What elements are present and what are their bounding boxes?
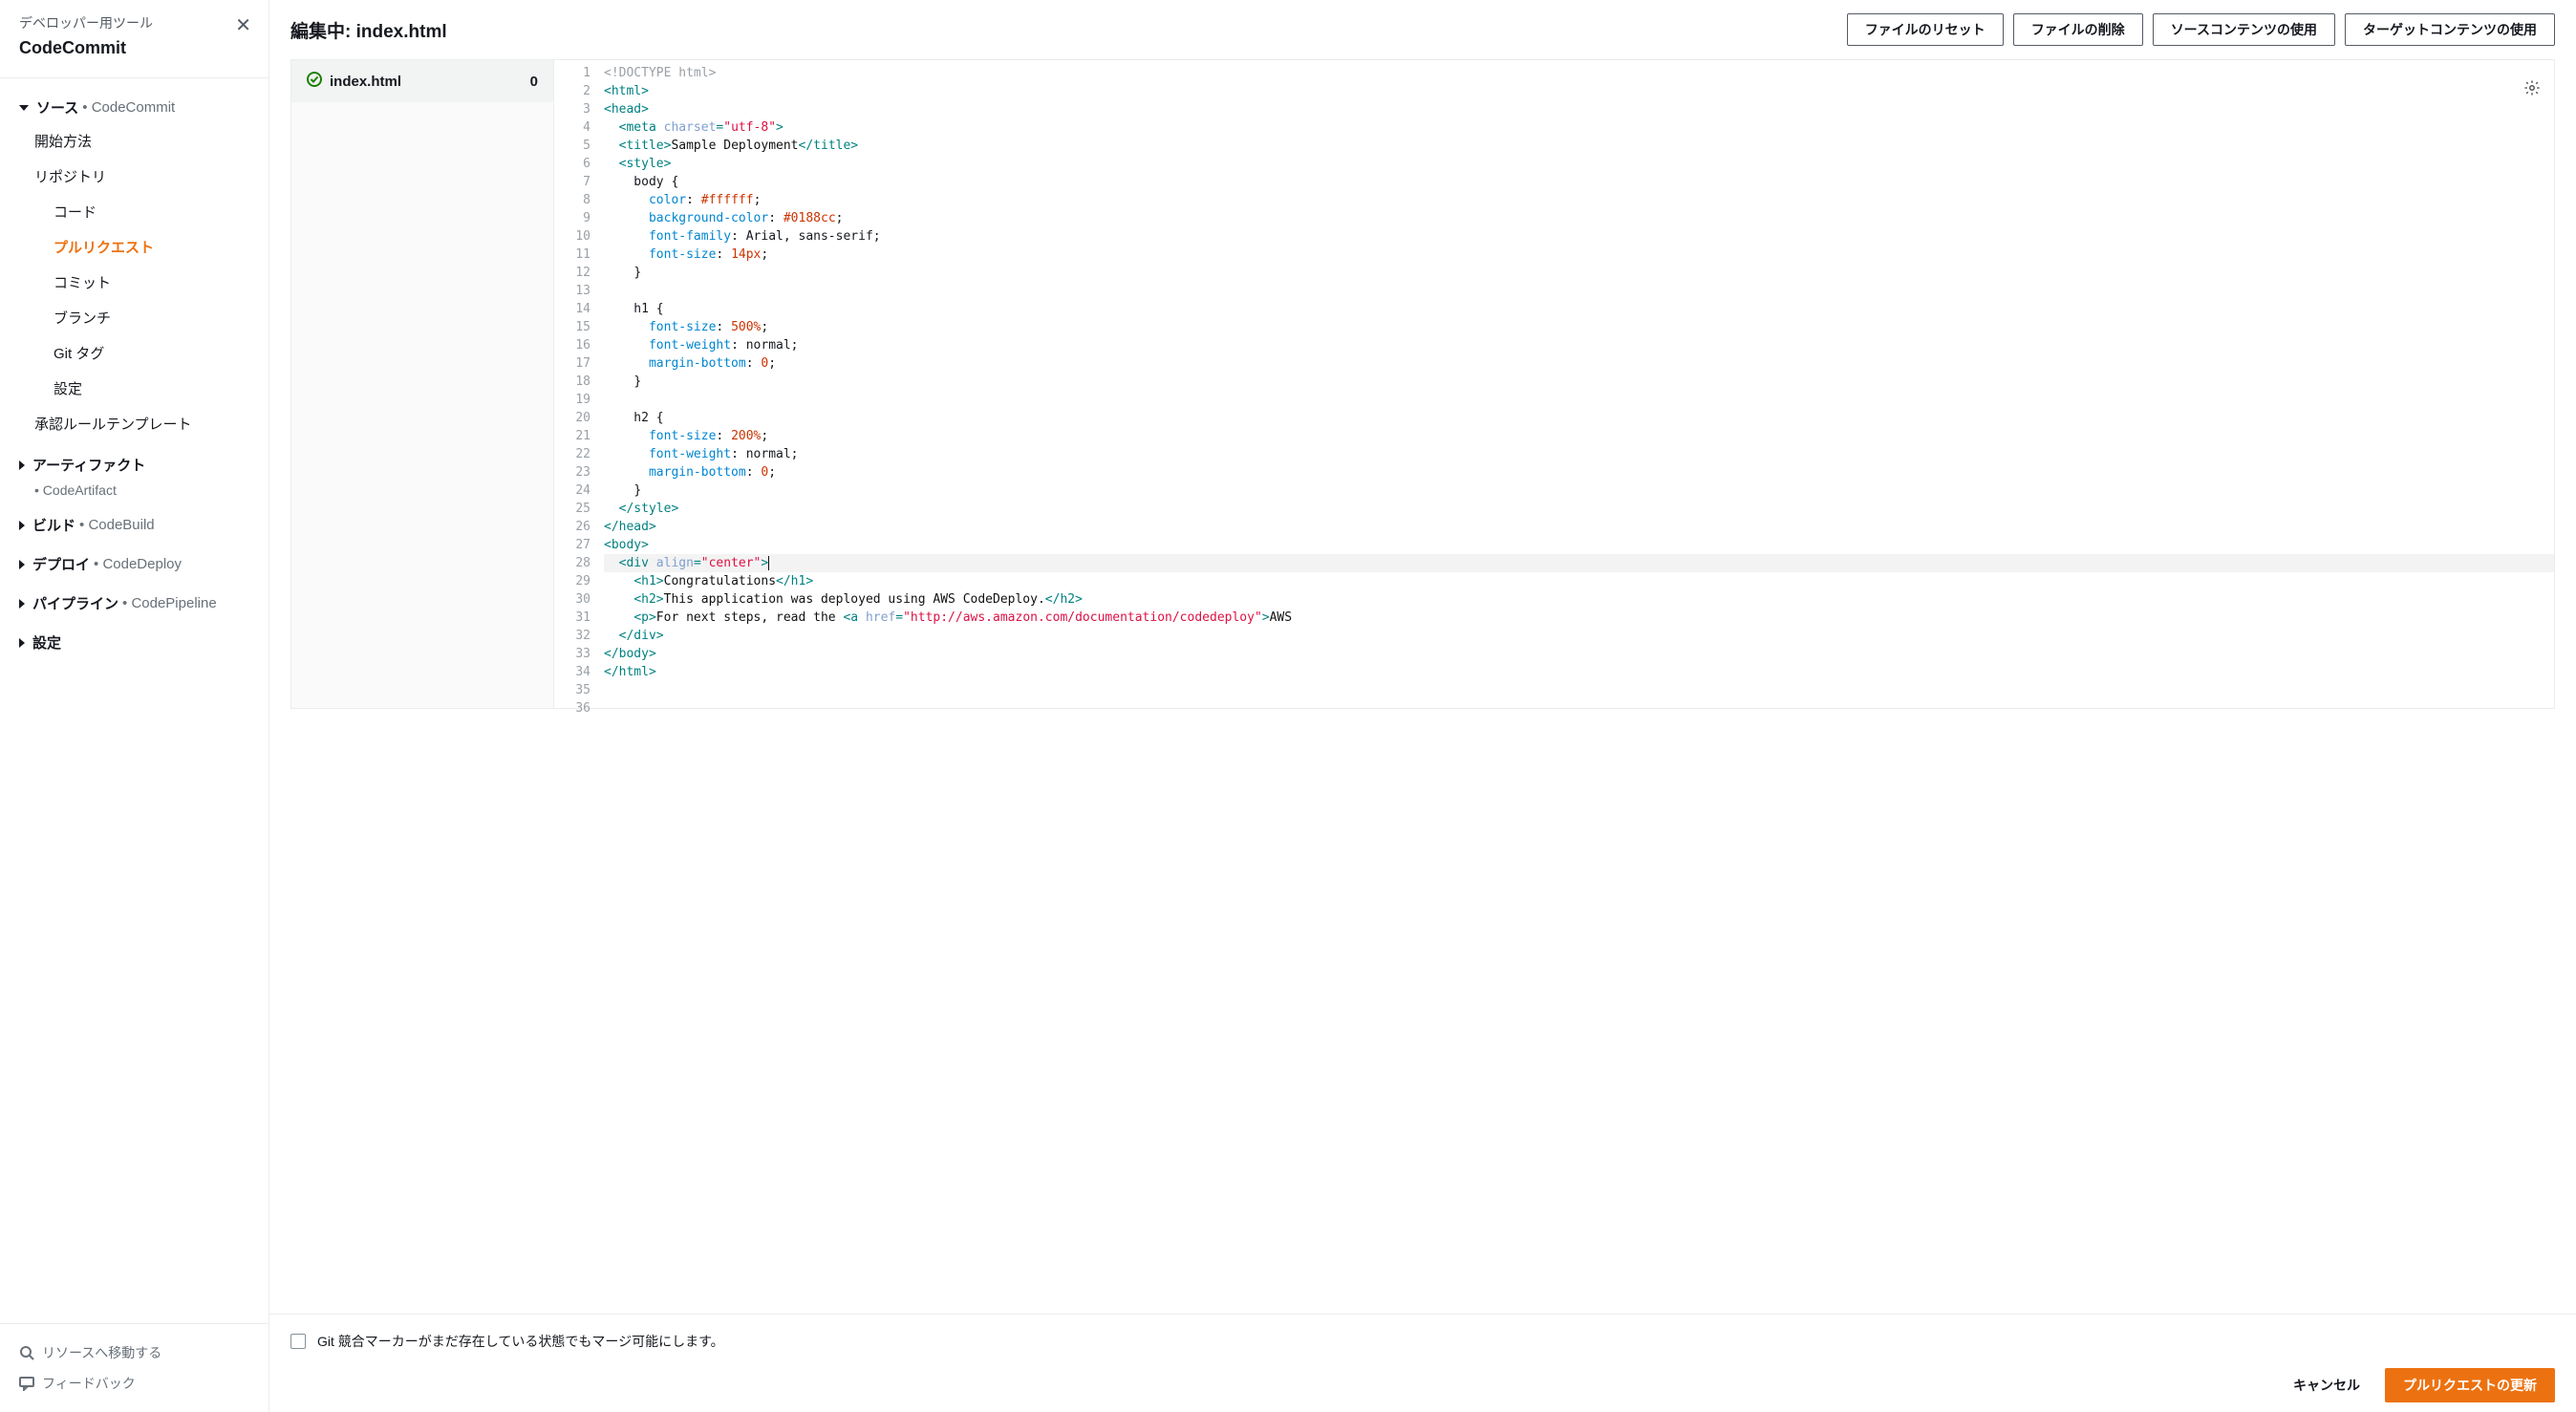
delete-file-button[interactable]: ファイルの削除 xyxy=(2013,13,2143,46)
goto-resource[interactable]: リソースへ移動する xyxy=(19,1337,249,1368)
nav-section-label: 設定 xyxy=(32,632,61,653)
edit-title: 編集中: index.html xyxy=(290,17,447,43)
chevron-right-icon xyxy=(19,599,25,609)
file-row[interactable]: index.html 0 xyxy=(291,60,553,102)
nav-section-label: パイプライン xyxy=(32,593,118,613)
update-pr-button[interactable]: プルリクエストの更新 xyxy=(2385,1368,2555,1402)
cancel-button[interactable]: キャンセル xyxy=(2280,1368,2373,1402)
editor: index.html 0 123456789101112131415161718… xyxy=(290,59,2555,709)
sidebar-item-branches[interactable]: ブランチ xyxy=(0,300,268,335)
goto-label: リソースへ移動する xyxy=(42,1343,161,1362)
divider xyxy=(0,77,268,78)
nav-section-artifact[interactable]: アーティファクト xyxy=(0,449,268,481)
nav-section-svc: • CodeDeploy xyxy=(94,556,182,572)
sidebar-header: デベロッパー用ツール CodeCommit ✕ xyxy=(0,0,268,74)
chevron-right-icon xyxy=(19,638,25,648)
gear-icon[interactable] xyxy=(2523,79,2541,99)
tool-label: デベロッパー用ツール xyxy=(19,13,249,32)
reset-file-button[interactable]: ファイルのリセット xyxy=(1847,13,2004,46)
chevron-down-icon xyxy=(19,105,29,111)
feedback[interactable]: フィードバック xyxy=(19,1368,249,1399)
sidebar-item-getting-started[interactable]: 開始方法 xyxy=(0,123,268,159)
nav-section-label: アーティファクト xyxy=(32,455,145,475)
nav-section-svc: • CodePipeline xyxy=(122,595,217,611)
nav-section-source[interactable]: ソース • CodeCommit xyxy=(0,92,268,123)
code-pane[interactable]: 1234567891011121314151617181920212223242… xyxy=(554,60,2554,708)
nav-section-label: ビルド xyxy=(32,515,75,535)
file-name: index.html xyxy=(330,74,401,90)
nav-section-pipeline[interactable]: パイプライン • CodePipeline xyxy=(0,588,268,619)
sidebar: デベロッパー用ツール CodeCommit ✕ ソース • CodeCommit… xyxy=(0,0,269,1412)
sidebar-item-git-tags[interactable]: Git タグ xyxy=(0,335,268,371)
nav-section-settings[interactable]: 設定 xyxy=(0,627,268,658)
sidebar-item-pull-requests[interactable]: プルリクエスト xyxy=(0,229,268,265)
merge-with-markers-checkbox[interactable] xyxy=(290,1334,306,1349)
chevron-right-icon xyxy=(19,521,25,530)
nav-section-label: デプロイ xyxy=(32,554,90,574)
nav-section-svc: • CodeBuild xyxy=(79,517,155,533)
sidebar-item-commits[interactable]: コミット xyxy=(0,265,268,300)
file-change-count: 0 xyxy=(530,74,538,90)
nav-section-deploy[interactable]: デプロイ • CodeDeploy xyxy=(0,548,268,580)
use-source-button[interactable]: ソースコンテンツの使用 xyxy=(2153,13,2335,46)
sidebar-item-code[interactable]: コード xyxy=(0,194,268,229)
check-circle-icon xyxy=(307,72,322,91)
line-gutter: 1234567891011121314151617181920212223242… xyxy=(554,60,598,708)
nav-section-svc: • CodeCommit xyxy=(82,99,175,116)
checkbox-label: Git 競合マーカーがまだ存在している状態でもマージ可能にします。 xyxy=(317,1332,724,1351)
chat-icon xyxy=(19,1376,34,1391)
service-name: CodeCommit xyxy=(19,38,249,58)
nav-section-label: ソース xyxy=(36,97,78,118)
feedback-label: フィードバック xyxy=(42,1374,136,1393)
footer: Git 競合マーカーがまだ存在している状態でもマージ可能にします。 キャンセル … xyxy=(269,1314,2576,1412)
nav-section-svc: • CodeArtifact xyxy=(0,481,268,502)
nav-section-build[interactable]: ビルド • CodeBuild xyxy=(0,509,268,541)
sidebar-item-approval-templates[interactable]: 承認ルールテンプレート xyxy=(0,406,268,441)
nav: ソース • CodeCommit 開始方法 リポジトリ コード プルリクエスト … xyxy=(0,88,268,1323)
file-pane: index.html 0 xyxy=(291,60,554,708)
use-target-button[interactable]: ターゲットコンテンツの使用 xyxy=(2345,13,2555,46)
sidebar-footer: リソースへ移動する フィードバック xyxy=(0,1323,268,1412)
code-area[interactable]: <!DOCTYPE html><html><head> <meta charse… xyxy=(598,60,2554,708)
search-icon xyxy=(19,1345,34,1360)
toolbar: 編集中: index.html ファイルのリセット ファイルの削除 ソースコンテ… xyxy=(269,0,2576,59)
sidebar-item-repositories[interactable]: リポジトリ xyxy=(0,159,268,194)
main: 編集中: index.html ファイルのリセット ファイルの削除 ソースコンテ… xyxy=(269,0,2576,1412)
chevron-right-icon xyxy=(19,460,25,470)
sidebar-item-settings[interactable]: 設定 xyxy=(0,371,268,406)
close-icon[interactable]: ✕ xyxy=(235,13,251,37)
chevron-right-icon xyxy=(19,560,25,569)
